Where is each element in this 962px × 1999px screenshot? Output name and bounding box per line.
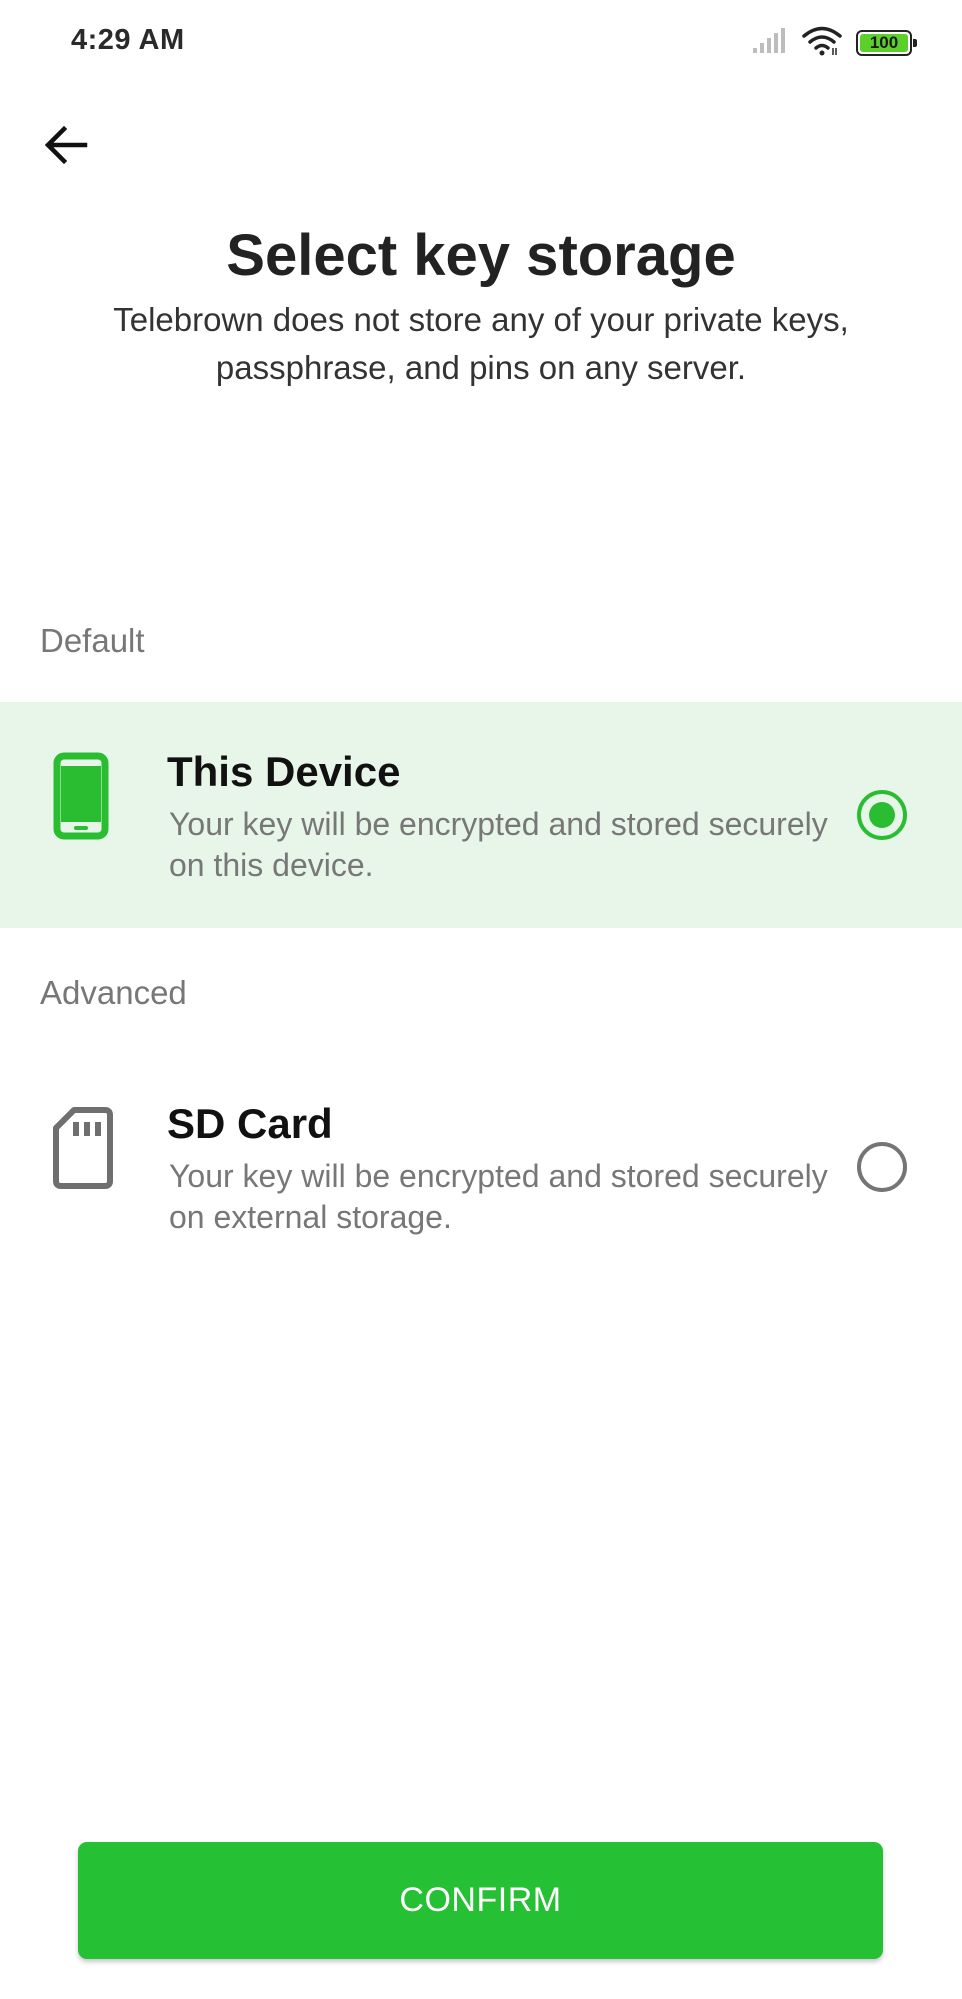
battery-icon: 100 bbox=[856, 30, 917, 56]
option-sd-card[interactable]: SD Card Your key will be encrypted and s… bbox=[0, 1054, 962, 1280]
sd-card-icon bbox=[52, 1104, 114, 1194]
option-description: Your key will be encrypted and stored se… bbox=[169, 806, 828, 883]
status-icons: 100 bbox=[752, 26, 917, 61]
status-time: 4:29 AM bbox=[71, 24, 185, 56]
option-this-device[interactable]: This Device Your key will be encrypted a… bbox=[0, 702, 962, 928]
confirm-button[interactable]: CONFIRM bbox=[78, 1842, 883, 1959]
section-label-advanced: Advanced bbox=[40, 974, 187, 1011]
arrow-left-icon bbox=[44, 125, 88, 170]
back-button[interactable] bbox=[36, 112, 96, 182]
smartphone-icon bbox=[52, 752, 114, 842]
option-title: This Device bbox=[167, 748, 401, 795]
option-description: Your key will be encrypted and stored se… bbox=[169, 1158, 828, 1235]
signal-icon bbox=[752, 27, 788, 59]
wifi-icon bbox=[802, 26, 842, 61]
radio-this-device[interactable] bbox=[857, 790, 907, 840]
page-subtitle: Telebrown does not store any of your pri… bbox=[113, 301, 849, 386]
status-bar: 4:29 AM 100 bbox=[0, 0, 962, 86]
option-title: SD Card bbox=[167, 1100, 333, 1147]
page-title: Select key storage bbox=[226, 223, 736, 288]
battery-level: 100 bbox=[869, 33, 899, 52]
radio-sd-card[interactable] bbox=[857, 1142, 907, 1192]
section-label-default: Default bbox=[40, 622, 145, 659]
